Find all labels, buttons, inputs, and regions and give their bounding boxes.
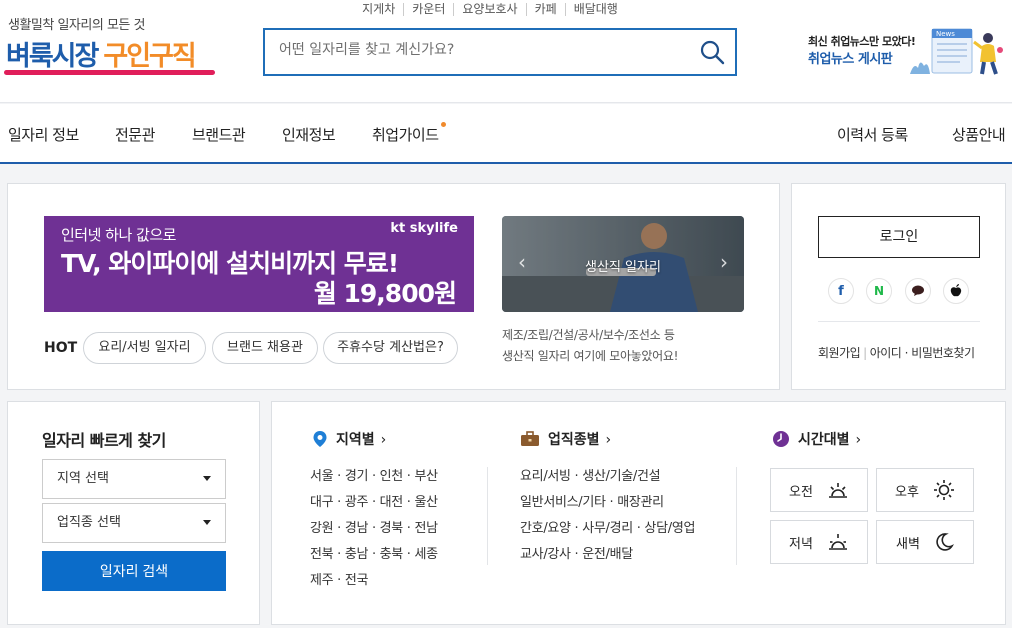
region-select[interactable]: 지역 선택	[42, 459, 226, 499]
chevron-right-icon: ›	[380, 432, 387, 448]
column-divider	[736, 467, 737, 565]
news-board-link[interactable]: 취업뉴스 게시판	[808, 48, 893, 67]
job-list: 요리/서빙 · 생산/기술/건설 일반서비스/기타 · 매장관리 간호/요양 ·…	[520, 464, 695, 568]
time-dawn-button[interactable]: 새벽	[876, 520, 974, 564]
carousel-caption: 생산직 일자리	[585, 260, 661, 275]
nav-guide[interactable]: 취업가이드	[372, 122, 446, 145]
kakao-icon[interactable]	[905, 278, 931, 304]
sunrise-icon	[828, 483, 847, 498]
news-tagline: 최신 취업뉴스만 모았다!	[808, 35, 916, 48]
hot-label: HOT	[44, 340, 78, 356]
search-box	[263, 28, 737, 76]
site-logo[interactable]: 벼룩시장 구인구직	[6, 34, 197, 73]
top-links: 지게차 카운터 요양보호사 카페 배달대행	[300, 3, 680, 16]
nav-product-info[interactable]: 상품안내	[952, 124, 1006, 145]
region-row[interactable]: 서울 · 경기 · 인천 · 부산	[310, 464, 438, 490]
region-select-value: 지역 선택	[57, 471, 109, 486]
logo-sub: 구인구직	[103, 41, 196, 72]
job-row[interactable]: 간호/요양 · 사무/경리 · 상담/영업	[520, 516, 695, 542]
naver-icon[interactable]: N	[866, 278, 892, 304]
new-dot-icon	[440, 122, 446, 127]
search-input[interactable]	[279, 42, 679, 58]
quick-search-title: 일자리 빠르게 찾기	[42, 431, 166, 450]
region-row[interactable]: 제주 · 전국	[310, 568, 438, 594]
news-illustration-icon[interactable]: News	[908, 24, 1008, 76]
time-dawn-label: 새벽	[896, 536, 920, 552]
time-afternoon-button[interactable]: 오후	[876, 468, 974, 512]
join-link[interactable]: 회원가입	[818, 346, 861, 360]
apple-icon[interactable]	[943, 278, 969, 304]
logo-main: 벼룩시장	[6, 41, 99, 72]
time-evening-label: 저녁	[789, 536, 813, 552]
job-title-text: 업직종별	[548, 432, 600, 448]
job-row[interactable]: 요리/서빙 · 생산/기술/건설	[520, 464, 695, 490]
site-header: 생활밀착 일자리의 모든 것 벼룩시장 구인구직 지게차 카운터 요양보호사 카페…	[0, 0, 1012, 103]
top-link-forklift[interactable]: 지게차	[354, 3, 403, 16]
facebook-icon[interactable]: f	[828, 278, 854, 304]
nav-specialty[interactable]: 전문관	[115, 124, 155, 145]
time-evening-button[interactable]: 저녁	[770, 520, 868, 564]
time-title-text: 시간대별	[798, 432, 850, 448]
banner-line3: 월 19,800원	[313, 279, 457, 308]
top-link-caregiver[interactable]: 요양보호사	[453, 3, 525, 16]
nav-guide-label: 취업가이드	[372, 126, 439, 144]
region-list: 서울 · 경기 · 인천 · 부산 대구 · 광주 · 대전 · 울산 강원 ·…	[310, 464, 438, 594]
login-button[interactable]: 로그인	[818, 216, 980, 258]
carousel-desc-1: 제조/조립/건설/공사/보수/조선소 등	[502, 328, 675, 342]
nav-brand[interactable]: 브랜드관	[192, 124, 246, 145]
nav-resume-register[interactable]: 이력서 등록	[837, 124, 908, 145]
time-morning-label: 오전	[789, 484, 813, 500]
location-pin-icon	[313, 431, 327, 447]
clock-icon	[773, 431, 789, 447]
job-search-button[interactable]: 일자리 검색	[42, 551, 226, 591]
sun-icon	[933, 480, 954, 500]
sunset-icon	[828, 534, 847, 550]
time-afternoon-label: 오후	[895, 484, 919, 500]
caret-down-icon	[203, 476, 211, 481]
news-icon-text: News	[936, 30, 955, 38]
moon-icon	[936, 533, 954, 551]
time-morning-button[interactable]: 오전	[770, 468, 868, 512]
login-divider	[818, 321, 980, 322]
search-icon[interactable]	[699, 39, 725, 65]
top-link-counter[interactable]: 카운터	[403, 3, 453, 16]
region-title-text: 지역별	[336, 432, 375, 448]
chevron-right-icon: ›	[605, 432, 612, 448]
category-region-title[interactable]: 지역별 ›	[312, 429, 386, 449]
chevron-right-icon: ›	[855, 432, 862, 448]
job-type-select[interactable]: 업직종 선택	[42, 503, 226, 543]
column-divider	[487, 467, 488, 565]
nav-job-info[interactable]: 일자리 정보	[8, 124, 79, 145]
region-row[interactable]: 강원 · 경남 · 경북 · 전남	[310, 516, 438, 542]
category-time-title[interactable]: 시간대별 ›	[772, 429, 861, 449]
job-row[interactable]: 교사/강사 · 운전/배달	[520, 542, 695, 568]
find-account-link[interactable]: 아이디 · 비밀번호찾기	[870, 346, 975, 360]
logo-underline	[4, 70, 215, 75]
hot-chip-weekly-pay[interactable]: 주휴수당 계산법은?	[323, 332, 458, 364]
account-links: 회원가입 | 아이디 · 비밀번호찾기	[818, 346, 975, 360]
main-nav: 일자리 정보 전문관 브랜드관 인재정보 취업가이드 이력서 등록 상품안내	[0, 104, 1012, 164]
briefcase-icon	[521, 431, 539, 446]
banner-brand: kt skylife	[390, 221, 458, 236]
hot-chip-cooking[interactable]: 요리/서빙 일자리	[83, 332, 206, 364]
region-row[interactable]: 전북 · 충남 · 충북 · 세종	[310, 542, 438, 568]
job-row[interactable]: 일반서비스/기타 · 매장관리	[520, 490, 695, 516]
top-link-delivery[interactable]: 배달대행	[564, 3, 626, 16]
top-link-cafe[interactable]: 카페	[525, 3, 565, 16]
job-select-value: 업직종 선택	[57, 515, 121, 530]
region-row[interactable]: 대구 · 광주 · 대전 · 울산	[310, 490, 438, 516]
nav-talent[interactable]: 인재정보	[282, 124, 336, 145]
banner-line1: 인터넷 하나 값으로	[61, 226, 176, 244]
carousel-desc-2: 생산직 일자리 여기에 모아놓았어요!	[502, 349, 679, 363]
ad-banner[interactable]: 인터넷 하나 값으로 kt skylife TV, 와이파이에 설치비까지 무료…	[44, 216, 474, 312]
caret-down-icon	[203, 520, 211, 525]
hot-chip-brand[interactable]: 브랜드 채용관	[212, 332, 318, 364]
category-job-title[interactable]: 업직종별 ›	[520, 429, 611, 449]
tagline: 생활밀착 일자리의 모든 것	[8, 18, 145, 33]
carousel-production-jobs[interactable]: ‹ › 생산직 일자리	[502, 216, 744, 312]
